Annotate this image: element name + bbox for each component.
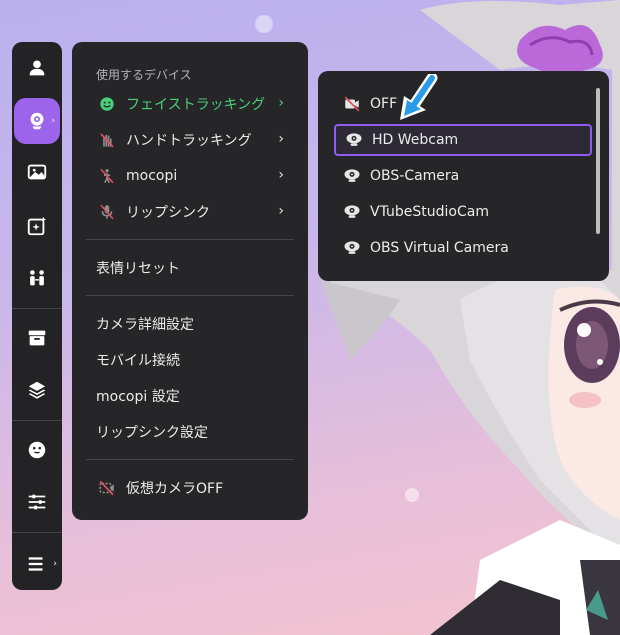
camera-option-vtubestudiocam[interactable]: VTubeStudioCam (334, 196, 592, 228)
annotation-arrow-icon (400, 74, 438, 120)
rail-background-button[interactable] (12, 150, 62, 194)
webcam-icon (342, 238, 362, 258)
camera-option-label: HD Webcam (372, 132, 459, 148)
menu-item-label: フェイストラッキング (126, 97, 266, 113)
rail-divider (12, 308, 62, 309)
camera-option-label: OFF (370, 96, 398, 112)
camera-off-icon (96, 477, 118, 499)
menu-item-label: 仮想カメラOFF (126, 481, 224, 497)
store-icon (28, 330, 46, 346)
camera-submenu: OFF HD Webcam OBS-Camera VTubeStudioCam … (318, 71, 609, 281)
menu-item-camera-settings[interactable]: カメラ詳細設定 (86, 308, 304, 340)
rail-divider (12, 420, 62, 421)
sliders-icon (28, 494, 46, 510)
menu-item-expression-reset[interactable]: 表情リセット (86, 252, 304, 284)
camera-option-hd-webcam[interactable]: HD Webcam (334, 124, 592, 156)
left-icon-rail: › › (12, 42, 62, 590)
people-icon (30, 270, 44, 286)
chevron-right-icon: › (278, 95, 284, 111)
camera-off-icon (342, 94, 362, 114)
camera-option-label: VTubeStudioCam (370, 204, 489, 220)
menu-item-hand-tracking[interactable]: ハンドトラッキング › (86, 124, 294, 156)
rail-settings-button[interactable] (12, 480, 62, 524)
devices-section-label: 使用するデバイス (96, 68, 192, 82)
smiley-icon (96, 93, 118, 115)
image-icon (27, 164, 47, 180)
rail-collab-button[interactable] (12, 256, 62, 300)
rail-effects-button[interactable] (12, 204, 62, 248)
chevron-right-icon: › (278, 203, 284, 219)
rail-layers-button[interactable] (12, 368, 62, 412)
menu-divider (86, 295, 294, 296)
menu-item-virtual-camera[interactable]: 仮想カメラOFF (86, 472, 294, 504)
chevron-right-icon: › (278, 167, 284, 183)
camera-option-obs-virtual-camera[interactable]: OBS Virtual Camera (334, 232, 592, 264)
rail-expression-button[interactable] (12, 428, 62, 472)
layers-icon (28, 381, 46, 399)
camera-option-label: OBS Virtual Camera (370, 240, 509, 256)
webcam-icon (30, 112, 44, 130)
rail-menu-button[interactable]: › (12, 542, 62, 586)
menu-item-mobile-connect[interactable]: モバイル接続 (86, 344, 304, 376)
rail-store-button[interactable] (12, 316, 62, 360)
hamburger-icon (28, 557, 43, 571)
webcam-icon (342, 202, 362, 222)
camera-option-obs-camera[interactable]: OBS-Camera (334, 160, 592, 192)
hand-off-icon (96, 129, 118, 151)
chevron-right-icon: › (51, 116, 55, 126)
menu-item-face-tracking[interactable]: フェイストラッキング › (86, 88, 294, 120)
webcam-icon (344, 130, 364, 150)
face-icon (28, 441, 46, 459)
webcam-icon (342, 166, 362, 186)
menu-item-mocopi[interactable]: mocopi › (86, 160, 294, 192)
submenu-scrollbar[interactable] (596, 88, 600, 234)
rail-divider (12, 532, 62, 533)
menu-item-lip-sync-settings[interactable]: リップシンク設定 (86, 416, 304, 448)
chevron-right-icon: › (53, 559, 57, 569)
menu-item-label: mocopi (126, 168, 178, 184)
rail-user-button[interactable] (12, 46, 62, 90)
menu-item-label: リップシンク (126, 205, 210, 221)
mic-off-icon (96, 201, 118, 223)
mocopi-off-icon (96, 165, 118, 187)
menu-item-mocopi-settings[interactable]: mocopi 設定 (86, 380, 304, 412)
sparkle-frame-icon (27, 216, 47, 236)
device-menu: 使用するデバイス フェイストラッキング › ハンドトラッキング › mocopi… (72, 42, 308, 520)
menu-item-label: ハンドトラッキング (126, 133, 252, 149)
camera-option-label: OBS-Camera (370, 168, 460, 184)
menu-divider (86, 459, 294, 460)
camera-option-off[interactable]: OFF (334, 88, 592, 120)
user-icon (29, 60, 45, 76)
rail-face-tracking-button[interactable]: › (14, 98, 60, 144)
chevron-right-icon: › (278, 131, 284, 147)
menu-item-lip-sync[interactable]: リップシンク › (86, 196, 294, 228)
menu-divider (86, 239, 294, 240)
